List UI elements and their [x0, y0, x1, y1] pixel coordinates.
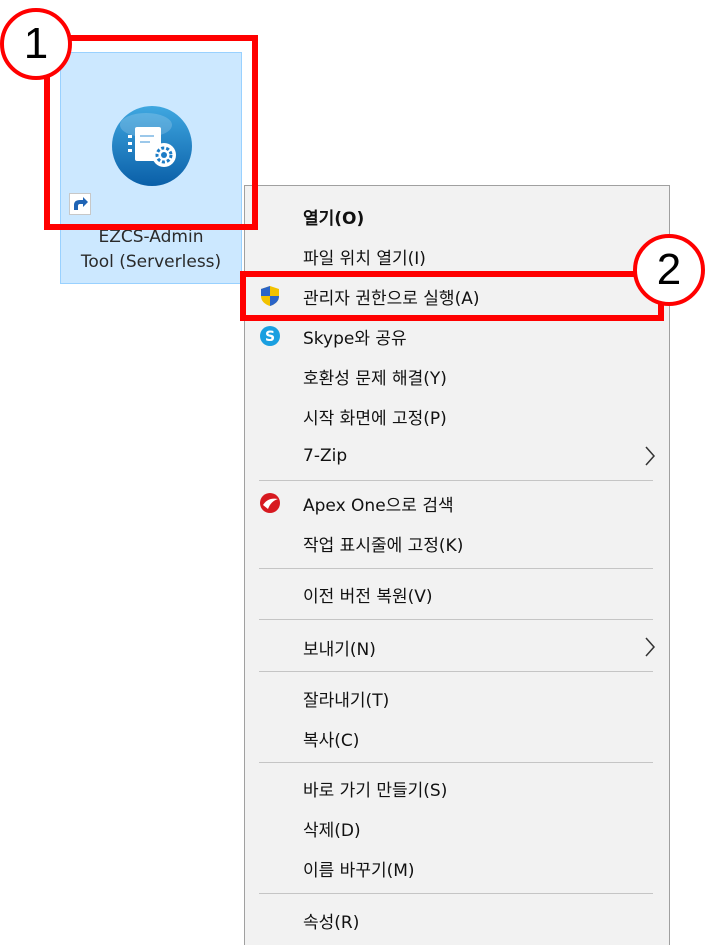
menu-item-create-shortcut[interactable]: 바로 가기 만들기(S)	[245, 768, 669, 808]
menu-item-rename[interactable]: 이름 바꾸기(M)	[245, 848, 669, 888]
menu-separator	[259, 480, 653, 481]
menu-item-share-skype[interactable]: S Skype와 공유	[245, 316, 669, 356]
menu-item-label: Apex One으로 검색	[303, 495, 454, 516]
menu-item-label: 7-Zip	[303, 446, 348, 466]
step-number-badge-2: 2	[633, 234, 705, 306]
menu-item-label: Skype와 공유	[303, 328, 407, 349]
menu-item-label: 작업 표시줄에 고정(K)	[303, 535, 464, 556]
chevron-right-icon	[645, 446, 656, 466]
menu-item-label: 바로 가기 만들기(S)	[303, 780, 448, 801]
menu-separator	[259, 762, 653, 763]
menu-item-open-file-location[interactable]: 파일 위치 열기(I)	[245, 236, 669, 276]
menu-separator	[259, 568, 653, 569]
menu-item-label: 잘라내기(T)	[303, 690, 390, 711]
menu-separator	[259, 893, 653, 894]
menu-item-open[interactable]: 열기(O)	[245, 196, 669, 236]
desktop-icon-label: EZCS-Admin Tool (Serverless)	[61, 225, 241, 275]
chevron-right-icon	[645, 637, 656, 657]
skype-icon: S	[260, 326, 280, 346]
desktop-icon-label-line2: Tool (Serverless)	[80, 252, 222, 272]
menu-item-send-to[interactable]: 보내기(N)	[245, 627, 669, 667]
menu-item-label: 이전 버전 복원(V)	[303, 586, 433, 607]
step-number-badge-1: 1	[0, 8, 72, 80]
menu-item-label: 파일 위치 열기(I)	[303, 248, 426, 269]
menu-item-restore-previous-versions[interactable]: 이전 버전 복원(V)	[245, 574, 669, 614]
menu-item-label: 시작 화면에 고정(P)	[303, 408, 447, 429]
apex-one-icon	[260, 493, 280, 513]
menu-item-copy[interactable]: 복사(C)	[245, 718, 669, 758]
menu-item-apex-one-scan[interactable]: Apex One으로 검색	[245, 483, 669, 523]
menu-item-troubleshoot-compatibility[interactable]: 호환성 문제 해결(Y)	[245, 356, 669, 396]
menu-item-label: 속성(R)	[303, 912, 360, 933]
menu-item-label: 복사(C)	[303, 730, 360, 751]
highlight-box-step2	[240, 271, 664, 321]
menu-item-properties[interactable]: 속성(R)	[245, 900, 669, 940]
menu-item-label: 보내기(N)	[303, 639, 376, 660]
menu-item-cut[interactable]: 잘라내기(T)	[245, 678, 669, 718]
menu-item-pin-to-start[interactable]: 시작 화면에 고정(P)	[245, 396, 669, 436]
menu-item-7zip[interactable]: 7-Zip	[245, 436, 669, 476]
menu-item-delete[interactable]: 삭제(D)	[245, 808, 669, 848]
menu-item-pin-to-taskbar[interactable]: 작업 표시줄에 고정(K)	[245, 523, 669, 563]
menu-item-label: 이름 바꾸기(M)	[303, 860, 415, 881]
svg-text:S: S	[265, 329, 275, 345]
menu-item-label: 호환성 문제 해결(Y)	[303, 368, 447, 389]
menu-separator	[259, 619, 653, 620]
menu-separator	[259, 671, 653, 672]
highlight-box-step1	[44, 35, 258, 230]
menu-item-label: 삭제(D)	[303, 820, 361, 841]
menu-item-label: 열기(O)	[303, 208, 365, 229]
